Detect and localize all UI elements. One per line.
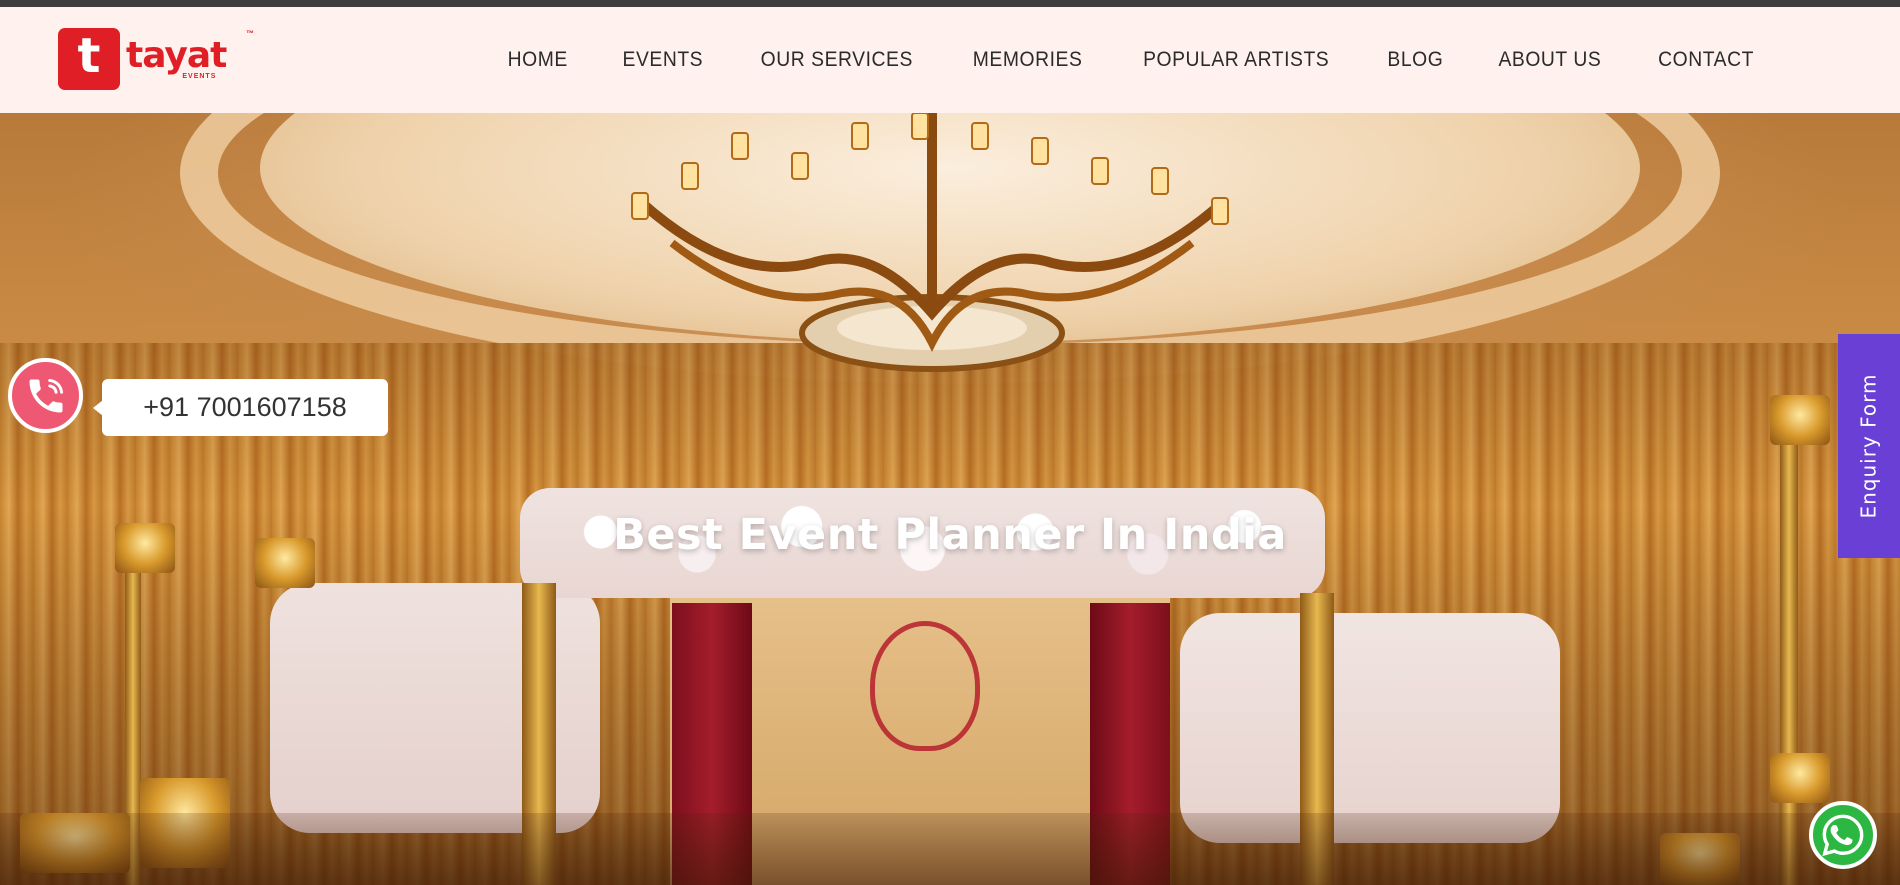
logo-text: tayat EVENTS xyxy=(126,34,227,80)
nav-home[interactable]: HOME xyxy=(508,48,568,72)
top-strip xyxy=(0,0,1900,7)
hero-banner: Best Event Planner In India xyxy=(0,113,1900,885)
enquiry-form-label: Enquiry Form xyxy=(1857,373,1882,519)
logo-wordmark: tayat xyxy=(126,34,227,76)
phone-icon xyxy=(29,378,63,412)
nav-about-us[interactable]: ABOUT US xyxy=(1499,48,1602,72)
logo-subtitle: EVENTS xyxy=(182,72,217,80)
lamp-glow xyxy=(1770,395,1830,445)
nav-memories[interactable]: MEMORIES xyxy=(973,48,1083,72)
phone-number-bubble[interactable]: +91 7001607158 xyxy=(93,379,388,436)
brand-logo[interactable]: t tayat EVENTS xyxy=(58,27,227,91)
main-nav: HOME EVENTS OUR SERVICES MEMORIES POPULA… xyxy=(457,7,1758,113)
lamp-glow xyxy=(1770,753,1830,803)
floral-decor-right xyxy=(1180,613,1560,843)
ganesh-motif xyxy=(870,621,980,751)
logo-letter: t xyxy=(77,28,101,84)
logo-badge: t xyxy=(58,28,120,90)
nav-popular-artists[interactable]: POPULAR ARTISTS xyxy=(1143,48,1329,72)
floor-shade xyxy=(0,813,1900,885)
nav-events[interactable]: EVENTS xyxy=(622,48,703,72)
nav-blog[interactable]: BLOG xyxy=(1388,48,1444,72)
nav-contact[interactable]: CONTACT xyxy=(1658,48,1754,72)
whatsapp-button[interactable] xyxy=(1809,801,1877,869)
enquiry-form-tab[interactable]: Enquiry Form xyxy=(1838,334,1900,558)
whatsapp-icon xyxy=(1822,814,1864,857)
nav-our-services[interactable]: OUR SERVICES xyxy=(761,48,913,72)
hero-title: Best Event Planner In India xyxy=(613,510,1287,560)
logo-trademark: ™ xyxy=(246,29,254,38)
chandelier-image xyxy=(631,113,1229,372)
call-button[interactable] xyxy=(8,358,83,433)
